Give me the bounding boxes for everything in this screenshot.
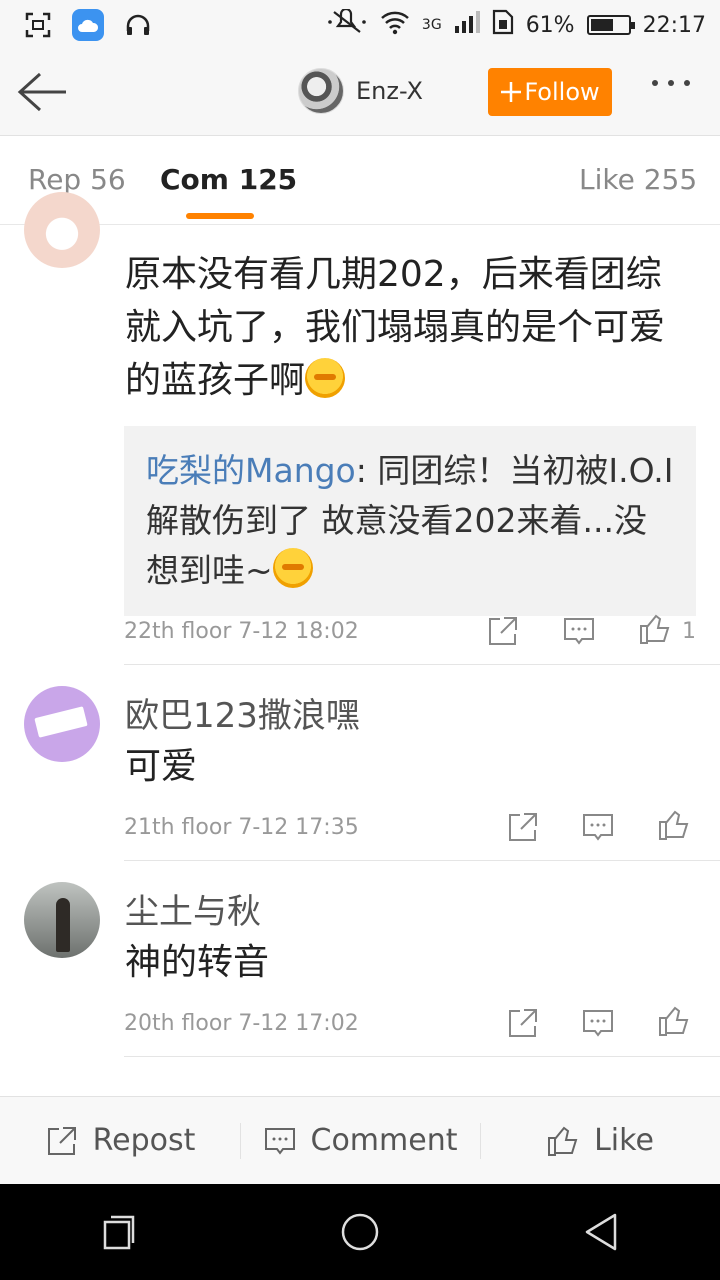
comment-text: 神的转音 [125,942,270,983]
like-button[interactable]: Like [480,1097,720,1184]
reply-author[interactable]: 吃梨的Mango [146,451,356,490]
user-name[interactable]: Enz-X [356,77,423,105]
recent-apps-icon[interactable] [101,1214,137,1250]
reply-box[interactable]: 吃梨的Mango: 同团综！当初被I.O.I解散伤到了 故意没看202来着...… [124,426,696,616]
thumbs-up-icon[interactable] [638,612,672,646]
sim-icon [492,9,514,41]
clock: 22:17 [642,12,706,38]
divider [124,664,720,665]
repost-button[interactable]: Repost [0,1097,240,1184]
screenshot-icon [22,9,54,41]
share-icon[interactable] [486,614,520,648]
avatar[interactable] [24,686,100,762]
profile-header[interactable]: Enz-X [298,68,423,114]
mute-icon [328,7,368,41]
home-icon[interactable] [340,1212,380,1252]
comment-text: 原本没有看几期202，后来看团综就入坑了，我们塌塌真的是个可爱的蓝孩子啊 [125,254,666,401]
repost-label: Repost [92,1123,196,1158]
like-label: Like [594,1123,654,1158]
active-tab-indicator [186,213,254,219]
reply-icon[interactable] [562,614,596,648]
tab-comments[interactable]: Com 125 [160,163,297,196]
comment-label: Comment [310,1123,458,1158]
thumbs-up-icon[interactable] [657,808,691,842]
tab-reposts[interactable]: Rep 56 [28,163,126,196]
signal-icon [454,10,480,40]
reply-icon[interactable] [581,1006,615,1040]
system-nav-bar [0,1184,720,1280]
plus-icon [501,82,522,102]
battery-percent: 61% [525,12,575,38]
comment-author[interactable]: 尘土与秋 [125,884,261,933]
comment-icon [264,1127,295,1155]
repost-icon [47,1126,76,1155]
thumbs-up-icon [548,1126,578,1156]
more-options-button[interactable] [652,80,690,86]
bottom-action-bar: Repost Comment Like [0,1096,720,1184]
cloud-icon [72,9,104,41]
comment-meta: 21th floor 7-12 17:35 [124,815,359,840]
share-icon[interactable] [506,1006,540,1040]
header-bar: Enz-X Follow [0,50,720,136]
avatar[interactable] [24,882,100,958]
shy-emoji-icon [305,358,346,398]
back-nav-icon[interactable] [583,1212,619,1252]
headphones-icon [122,9,154,41]
reply-icon[interactable] [581,810,615,844]
status-bar: 3G 61% 22:17 [0,0,720,50]
share-icon[interactable] [506,810,540,844]
comment-meta: 22th floor 7-12 18:02 [124,619,359,644]
comment-author[interactable]: 欧巴123撒浪嘿 [125,688,360,737]
wifi-icon [380,9,410,41]
thumbs-up-icon[interactable] [657,1004,691,1038]
divider [124,860,720,861]
follow-button[interactable]: Follow [488,68,612,116]
battery-icon [586,15,635,35]
follow-label: Follow [524,78,600,106]
comment-button[interactable]: Comment [240,1097,480,1184]
like-count: 1 [682,619,696,644]
comment-text: 可爱 [125,746,198,787]
divider [124,1056,720,1057]
network-type: 3G [421,17,442,33]
tab-likes[interactable]: Like 255 [579,163,697,196]
tab-bar: Rep 56 Com 125 Like 255 [0,137,720,225]
back-arrow-icon [17,72,66,112]
shy-emoji-icon [272,548,313,588]
avatar[interactable] [298,68,344,114]
back-button[interactable] [16,70,72,116]
comment-meta: 20th floor 7-12 17:02 [124,1011,359,1036]
avatar[interactable] [24,192,100,268]
